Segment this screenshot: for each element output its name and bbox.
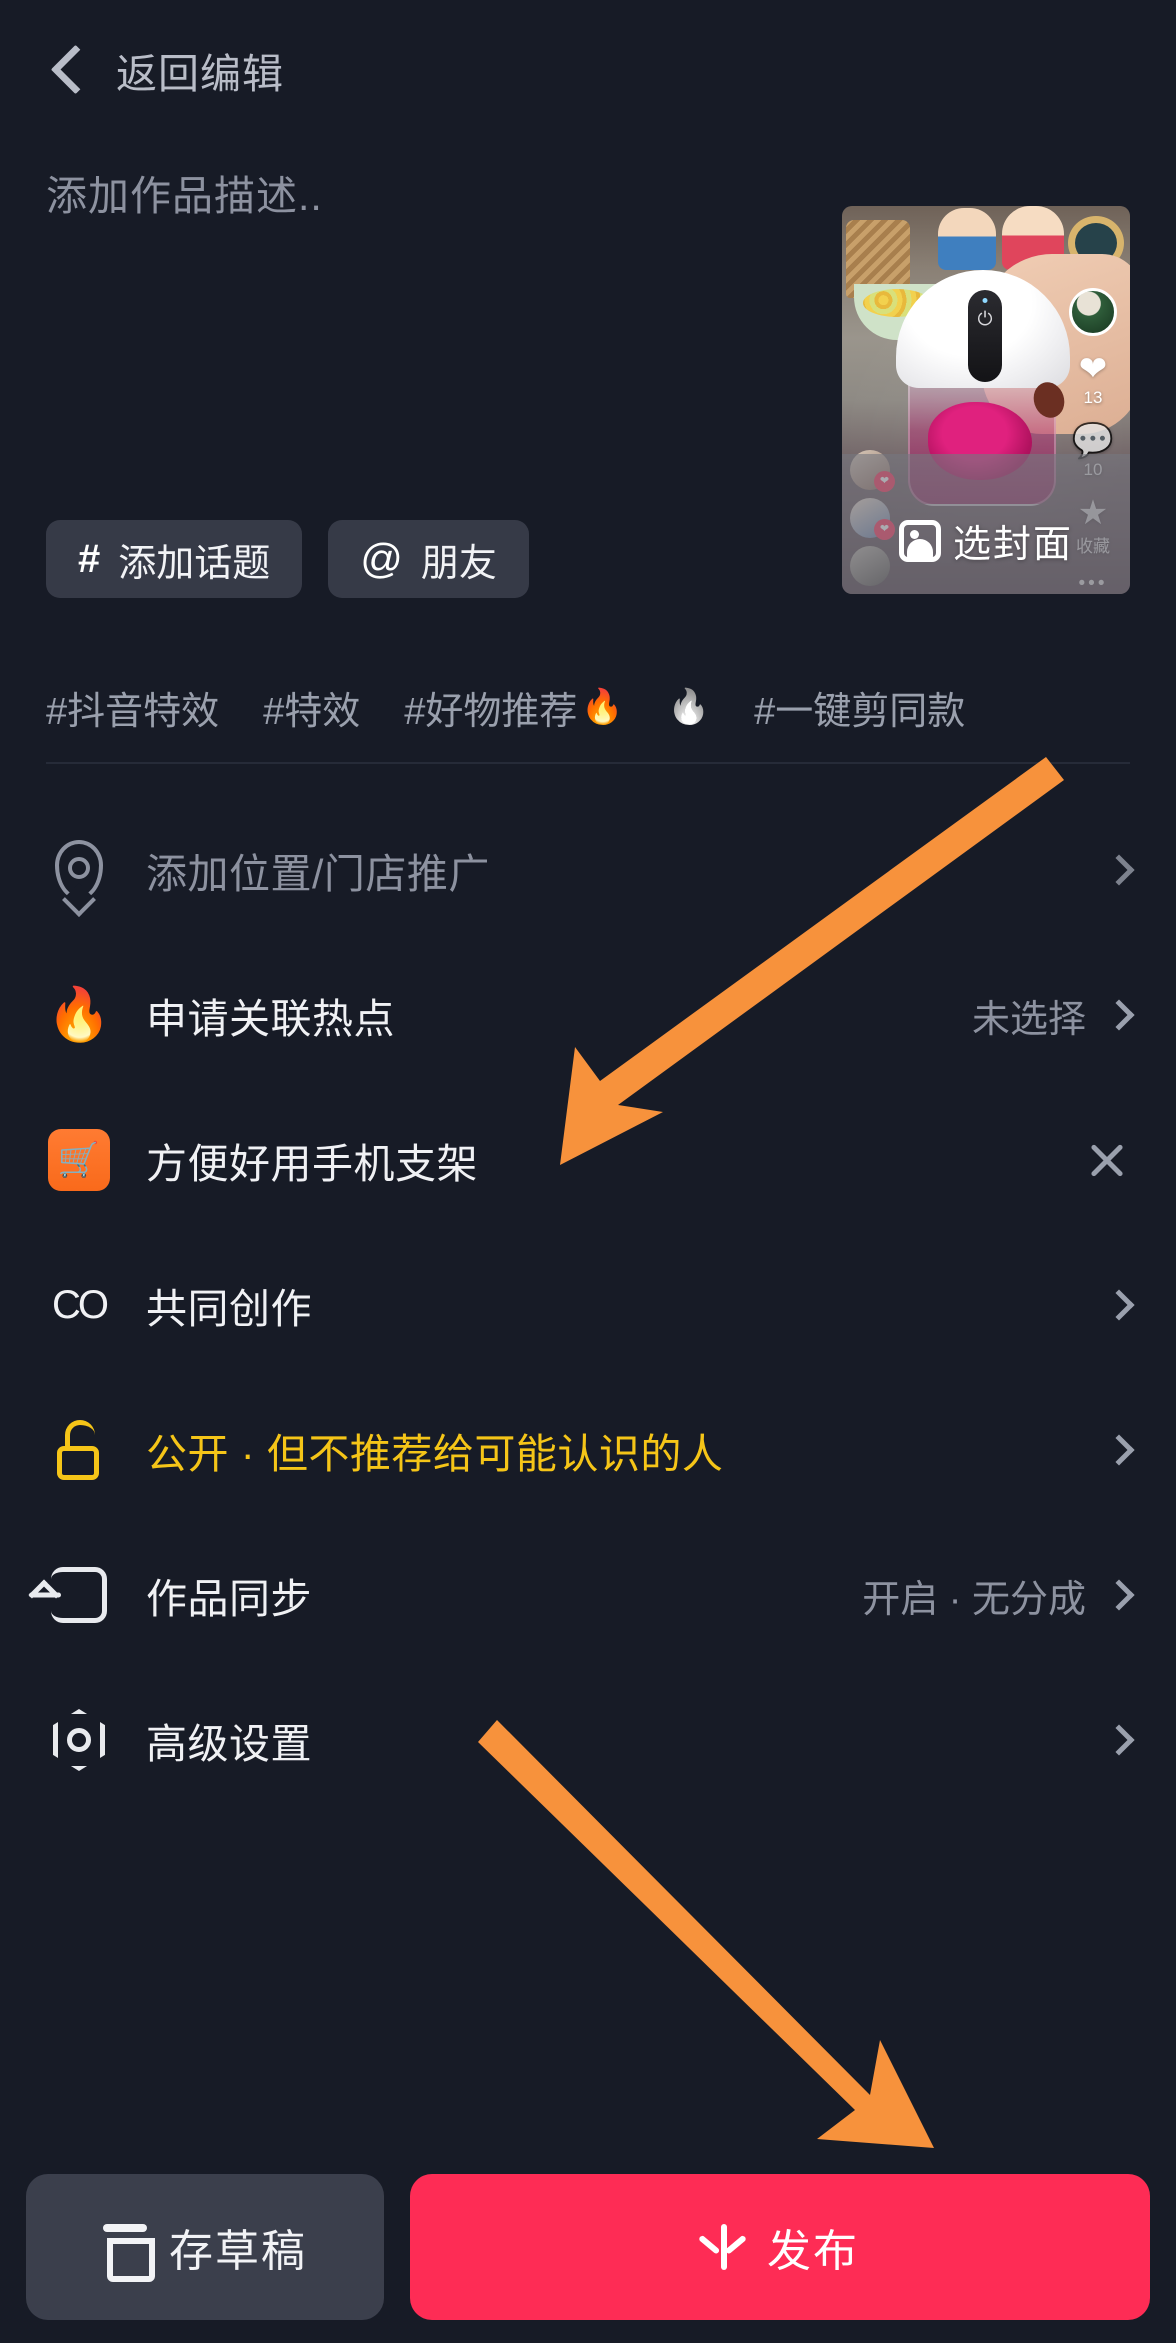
back-to-edit-label[interactable]: 返回编辑 <box>116 40 284 100</box>
flame-icon: 🔥 <box>46 986 112 1044</box>
chevron-left-icon[interactable] <box>46 40 90 100</box>
row-location[interactable]: 添加位置/门店推广 <box>0 800 1176 940</box>
hashtag-suggestion[interactable]: #一键剪同款 <box>754 680 965 735</box>
at-icon: @ <box>360 535 403 582</box>
like-count: 13 <box>1083 388 1103 407</box>
row-sync-value: 开启 · 无分成 <box>862 1578 1086 1621</box>
mention-friend-label: 朋友 <box>420 542 497 585</box>
hashtag-suggestion-row[interactable]: #抖音特效 #特效 #好物推荐 🔥 🔥 #一键剪同款 <box>46 660 1176 754</box>
row-hotspot-label: 申请关联热点 <box>146 996 395 1042</box>
row-hotspot-value: 未选择 <box>971 998 1086 1041</box>
add-topic-label: 添加话题 <box>118 542 271 585</box>
row-privacy-right <box>1103 1434 1135 1466</box>
chevron-right-icon[interactable] <box>1103 1289 1135 1321</box>
row-product-label: 方便好用手机支架 <box>146 1141 478 1187</box>
row-sync-right: 开启 · 无分成 <box>862 1568 1135 1623</box>
like-group: ❤ 13 <box>1079 352 1108 408</box>
location-pin-icon <box>46 837 112 903</box>
row-hotspot[interactable]: 🔥 申请关联热点 未选择 <box>0 945 1176 1085</box>
row-advanced[interactable]: 高级设置 <box>0 1670 1176 1810</box>
row-cocreate-right <box>1103 1289 1135 1321</box>
avatar <box>1069 288 1117 336</box>
publish-star-icon <box>698 2223 747 2270</box>
row-advanced-right <box>1103 1724 1135 1756</box>
heart-icon: ❤ <box>1078 350 1108 388</box>
close-icon[interactable] <box>1084 1137 1130 1183</box>
publish-button[interactable]: 发布 <box>410 2173 1150 2320</box>
image-icon <box>898 519 941 562</box>
chevron-right-icon[interactable] <box>1103 1434 1135 1466</box>
hashtag-suggestion[interactable]: 🔥 <box>668 687 710 727</box>
chevron-right-icon[interactable] <box>1103 1724 1135 1756</box>
chip-row: # 添加话题 @ 朋友 <box>46 520 529 598</box>
choose-cover-button[interactable]: 选封面 <box>842 513 1130 568</box>
row-product[interactable]: 🛒 方便好用手机支架 <box>0 1090 1176 1230</box>
hashtag-suggestion[interactable]: #特效 <box>263 680 360 735</box>
mention-friend-button[interactable]: @ 朋友 <box>328 520 529 598</box>
row-privacy[interactable]: 公开 · 但不推荐给可能认识的人 <box>0 1380 1176 1520</box>
flame-emoji-gray-icon: 🔥 <box>667 688 711 726</box>
shopping-cart-icon: 🛒 <box>46 1127 112 1193</box>
row-cocreate-label: 共同创作 <box>146 1286 312 1332</box>
advanced-settings-icon <box>46 1707 112 1773</box>
comment-bubble-icon: 💬 <box>1071 422 1115 460</box>
row-location-label: 添加位置/门店推广 <box>146 851 490 897</box>
hashtag-suggestion[interactable]: #好物推荐 🔥 <box>404 680 623 735</box>
chevron-right-icon[interactable] <box>1103 854 1135 886</box>
publish-screen: 返回编辑 添加作品描述.. # 添加话题 @ 朋友 #抖音特效 #特效 #好物推… <box>0 0 1176 2343</box>
video-thumbnail[interactable]: ❤ 13 💬 10 ★ 收藏 ••• ❤ ❤ 选封面 <box>842 206 1130 594</box>
row-product-right <box>1084 1137 1130 1183</box>
row-sync[interactable]: 作品同步 开启 · 无分成 <box>0 1525 1176 1665</box>
row-hotspot-right: 未选择 <box>971 988 1135 1043</box>
draft-box-icon <box>103 2223 155 2282</box>
row-advanced-label: 高级设置 <box>146 1721 312 1767</box>
bottom-action-bar: 存草稿 发布 <box>0 2150 1176 2343</box>
description-input[interactable]: 添加作品描述.. <box>46 170 766 460</box>
chevron-right-icon[interactable] <box>1103 1579 1135 1611</box>
row-location-right <box>1103 854 1135 886</box>
hash-icon: # <box>78 537 101 581</box>
chevron-right-icon[interactable] <box>1103 999 1135 1031</box>
publish-label: 发布 <box>767 2226 859 2276</box>
hashtag-suggestion[interactable]: #抖音特效 <box>46 680 219 735</box>
co-create-icon: CO <box>52 1282 109 1327</box>
description-placeholder: 添加作品描述.. <box>46 173 323 219</box>
save-draft-button[interactable]: 存草稿 <box>26 2173 384 2320</box>
flame-emoji-icon: 🔥 <box>581 688 624 726</box>
divider <box>46 762 1130 764</box>
row-privacy-label: 公开 · 但不推荐给可能认识的人 <box>146 1431 724 1477</box>
choose-cover-label: 选封面 <box>952 524 1073 566</box>
add-topic-button[interactable]: # 添加话题 <box>46 520 303 598</box>
unlock-icon <box>46 1417 112 1483</box>
save-draft-label: 存草稿 <box>169 2226 307 2276</box>
sync-export-icon <box>46 1562 112 1628</box>
header-bar: 返回编辑 <box>0 0 1176 140</box>
row-sync-label: 作品同步 <box>146 1576 312 1622</box>
row-cocreate[interactable]: CO 共同创作 <box>0 1235 1176 1375</box>
hashtag-suggestion-text: #好物推荐 <box>404 690 578 733</box>
